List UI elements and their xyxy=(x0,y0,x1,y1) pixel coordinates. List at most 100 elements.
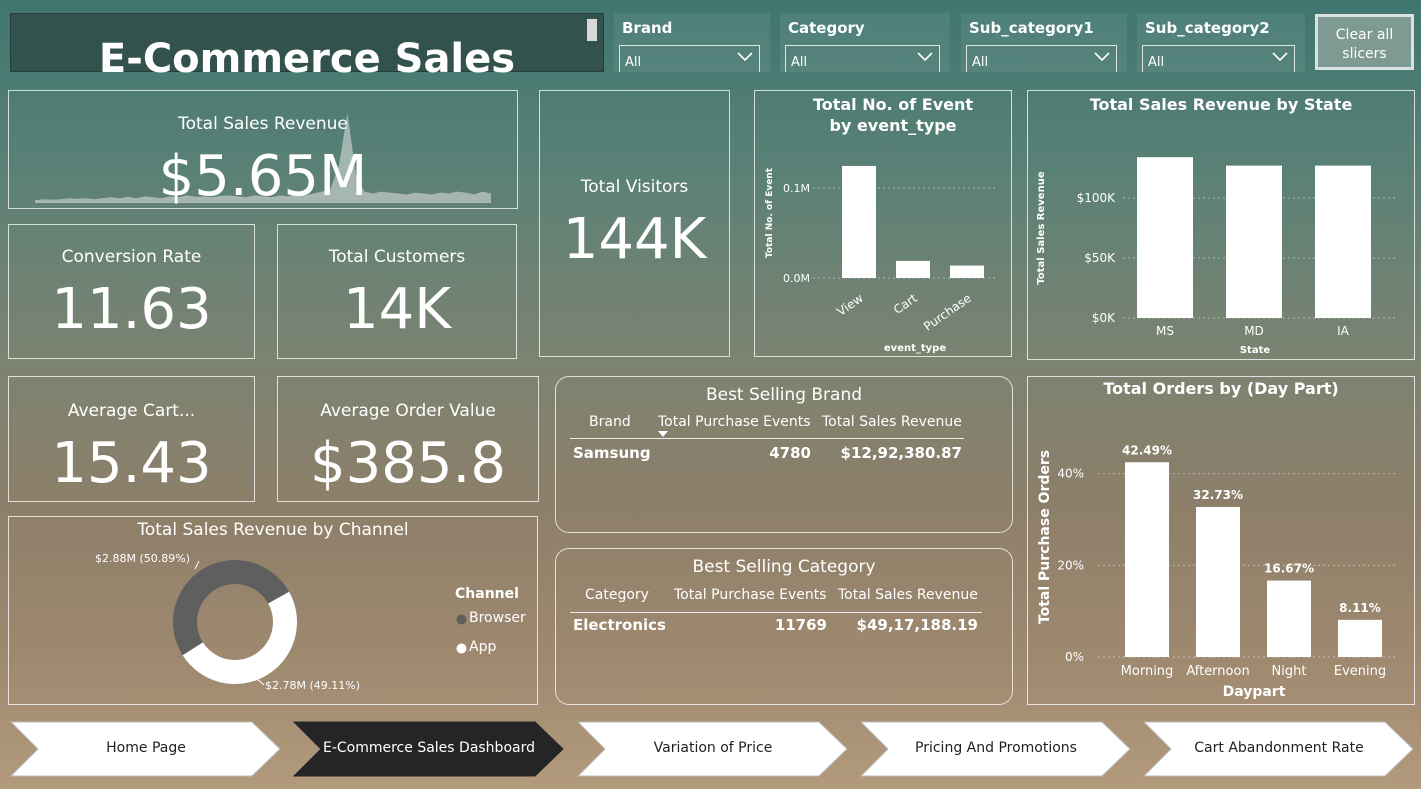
nav-price-label: Variation of Price xyxy=(653,740,773,756)
kpi-average-order-value-label: Average Order Value xyxy=(320,401,496,421)
kpi-total-visitors-label: Total Visitors xyxy=(580,177,689,197)
daypart-ytick-label: 40% xyxy=(1057,467,1084,481)
chevron-down-icon[interactable] xyxy=(917,52,933,62)
state-xtick-label: IA xyxy=(1337,324,1350,338)
nav-home-page[interactable]: Home Page xyxy=(10,721,282,777)
state-yaxis-title: Total Sales Revenue xyxy=(1036,171,1047,284)
daypart-xtick-label: Night xyxy=(1272,664,1307,679)
kpi-total-sales-revenue[interactable]: Total Sales Revenue $5.65M xyxy=(8,90,518,209)
best-category-cell-sales-revenue: $49,17,188.19 xyxy=(856,616,978,634)
channel-leader-line xyxy=(194,560,200,570)
table-best-selling-category[interactable]: Best Selling Category Category Total Pur… xyxy=(555,548,1013,705)
best-category-header-rule xyxy=(570,612,982,613)
best-category-cell-purchase-events: 11769 xyxy=(774,616,827,634)
channel-donut-chart: $2.88M (50.89%) $2.78M (49.11%) xyxy=(95,552,360,692)
slicer-category-dropdown[interactable]: All xyxy=(785,45,940,72)
kpi-average-cart-label: Average Cart... xyxy=(67,401,196,421)
slicer-sub-category2[interactable]: Sub_category2 All xyxy=(1137,13,1305,72)
kpi-conversion-rate[interactable]: Conversion Rate 11.63 xyxy=(8,224,255,359)
daypart-data-label: 8.11% xyxy=(1339,601,1381,615)
kpi-conversion-rate-label: Conversion Rate xyxy=(61,247,202,267)
daypart-xtick-label: Morning xyxy=(1121,664,1174,679)
nav-cart-abandonment-rate[interactable]: Cart Abandonment Rate xyxy=(1143,721,1415,777)
daypart-xtick-label: Afternoon xyxy=(1186,664,1249,679)
events-xtick-label: Cart xyxy=(891,291,920,317)
state-bar-chart: $0K $50K $100K MS MD IA Total Sales Revenue Sta… xyxy=(1036,157,1396,356)
best-brand-cell-purchase-events: 4780 xyxy=(769,444,811,462)
kpi-conversion-rate-value: 11.63 xyxy=(51,277,212,342)
best-category-cell-category: Electronics xyxy=(573,616,666,634)
nav-pricing-and-promotions[interactable]: Pricing And Promotions xyxy=(860,721,1132,777)
best-brand-header-sales-revenue[interactable]: Total Sales Revenue xyxy=(822,414,962,430)
slicer-sub-category1[interactable]: Sub_category1 All xyxy=(961,13,1127,72)
state-ytick-label: $100K xyxy=(1077,191,1117,205)
best-brand-title: Best Selling Brand xyxy=(705,385,863,405)
state-xaxis-title: State xyxy=(1240,345,1271,356)
chevron-down-icon[interactable] xyxy=(737,52,753,62)
best-category-header-purchase-events[interactable]: Total Purchase Events xyxy=(674,587,827,603)
clear-all-slicers-button[interactable]: Clear all slicers xyxy=(1315,14,1414,70)
nav-abandonment-label: Cart Abandonment Rate xyxy=(1194,740,1364,756)
daypart-xaxis-title: Daypart xyxy=(1223,684,1286,700)
events-bar xyxy=(896,260,930,278)
channel-legend-title: Channel xyxy=(455,586,519,602)
nav-ecommerce-sales-dashboard[interactable]: E-Commerce Sales Dashboard xyxy=(293,721,565,777)
kpi-total-visitors[interactable]: Total Visitors 144K xyxy=(539,90,730,357)
daypart-ytick-label: 0% xyxy=(1065,650,1084,664)
daypart-bar xyxy=(1338,619,1382,657)
daypart-bar-chart: 0% 20% 40% 42.49% Morning 32.73% Afternoon 16.6… xyxy=(1037,443,1396,700)
kpi-total-customers-label: Total Customers xyxy=(328,247,466,267)
daypart-data-label: 16.67% xyxy=(1264,562,1314,576)
kpi-total-customers-value: 14K xyxy=(343,277,451,342)
slicer-sub-category1-dropdown[interactable]: All xyxy=(966,45,1117,72)
slicer-brand-label: Brand xyxy=(622,19,673,37)
daypart-data-label: 42.49% xyxy=(1122,443,1172,457)
chart-events-by-type[interactable]: Total No. of Event by event_type 0.0M 0.1… xyxy=(754,90,1012,357)
best-brand-header-brand[interactable]: Brand xyxy=(589,414,631,430)
slicer-sub-category2-dropdown[interactable]: All xyxy=(1142,45,1295,72)
events-xaxis-title: event_type xyxy=(884,343,946,354)
daypart-data-label: 32.73% xyxy=(1193,488,1243,502)
chart-revenue-by-state[interactable]: Total Sales Revenue by State $0K $50K $100… xyxy=(1027,90,1415,360)
kpi-total-customers[interactable]: Total Customers 14K xyxy=(277,224,517,359)
banner-scrollbar[interactable] xyxy=(587,19,597,41)
events-yaxis-title: Total No. of Event xyxy=(765,167,775,258)
chart-orders-by-daypart[interactable]: Total Orders by (Day Part) 0% 20% 40% 42.49… xyxy=(1027,376,1415,705)
slicer-brand-dropdown[interactable]: All xyxy=(619,45,760,72)
slicer-brand[interactable]: Brand All xyxy=(614,13,770,72)
best-category-header-sales-revenue[interactable]: Total Sales Revenue xyxy=(838,587,978,603)
slicer-category[interactable]: Category All xyxy=(780,13,950,72)
channel-leader-line xyxy=(256,678,265,686)
chart-revenue-by-channel[interactable]: Total Sales Revenue by Channel $2.88M (5… xyxy=(8,516,538,705)
daypart-yaxis-title: Total Purchase Orders xyxy=(1037,450,1053,624)
slicer-category-value: All xyxy=(791,55,808,70)
page-title: E-Commerce Sales xyxy=(98,36,516,82)
best-category-header-category[interactable]: Category xyxy=(585,587,649,603)
kpi-average-order-value[interactable]: Average Order Value $385.8 xyxy=(277,376,539,502)
kpi-total-sales-revenue-label: Total Sales Revenue xyxy=(178,114,348,134)
slicer-brand-value: All xyxy=(625,55,642,70)
channel-legend-app[interactable]: App xyxy=(469,639,496,655)
nav-variation-of-price[interactable]: Variation of Price xyxy=(577,721,849,777)
events-bar xyxy=(950,265,984,278)
chevron-down-icon[interactable] xyxy=(1094,52,1110,62)
channel-legend-browser[interactable]: Browser xyxy=(469,610,526,626)
best-category-title: Best Selling Category xyxy=(692,557,876,577)
clear-slicers-label-line1: Clear all xyxy=(1335,27,1394,43)
sort-descending-icon[interactable] xyxy=(658,431,668,437)
nav-dashboard-label: E-Commerce Sales Dashboard xyxy=(322,740,535,756)
chevron-down-icon[interactable] xyxy=(1272,52,1288,62)
best-brand-header-purchase-events[interactable]: Total Purchase Events xyxy=(658,414,811,430)
best-brand-cell-sales-revenue: $12,92,380.87 xyxy=(840,444,962,462)
kpi-average-order-value-value: $385.8 xyxy=(310,431,506,496)
daypart-bar xyxy=(1267,580,1311,657)
state-ytick-label: $0K xyxy=(1092,311,1116,325)
state-ytick-label: $50K xyxy=(1084,251,1116,265)
state-bar xyxy=(1226,165,1282,318)
events-xtick-label: Purchase xyxy=(921,291,974,334)
clear-slicers-label-line2: slicers xyxy=(1342,46,1387,62)
legend-dot-app-icon xyxy=(456,643,467,654)
table-best-selling-brand[interactable]: Best Selling Brand Brand Total Purchase … xyxy=(555,376,1013,533)
kpi-average-cart[interactable]: Average Cart... 15.43 xyxy=(8,376,255,502)
daypart-xtick-label: Evening xyxy=(1334,664,1386,679)
